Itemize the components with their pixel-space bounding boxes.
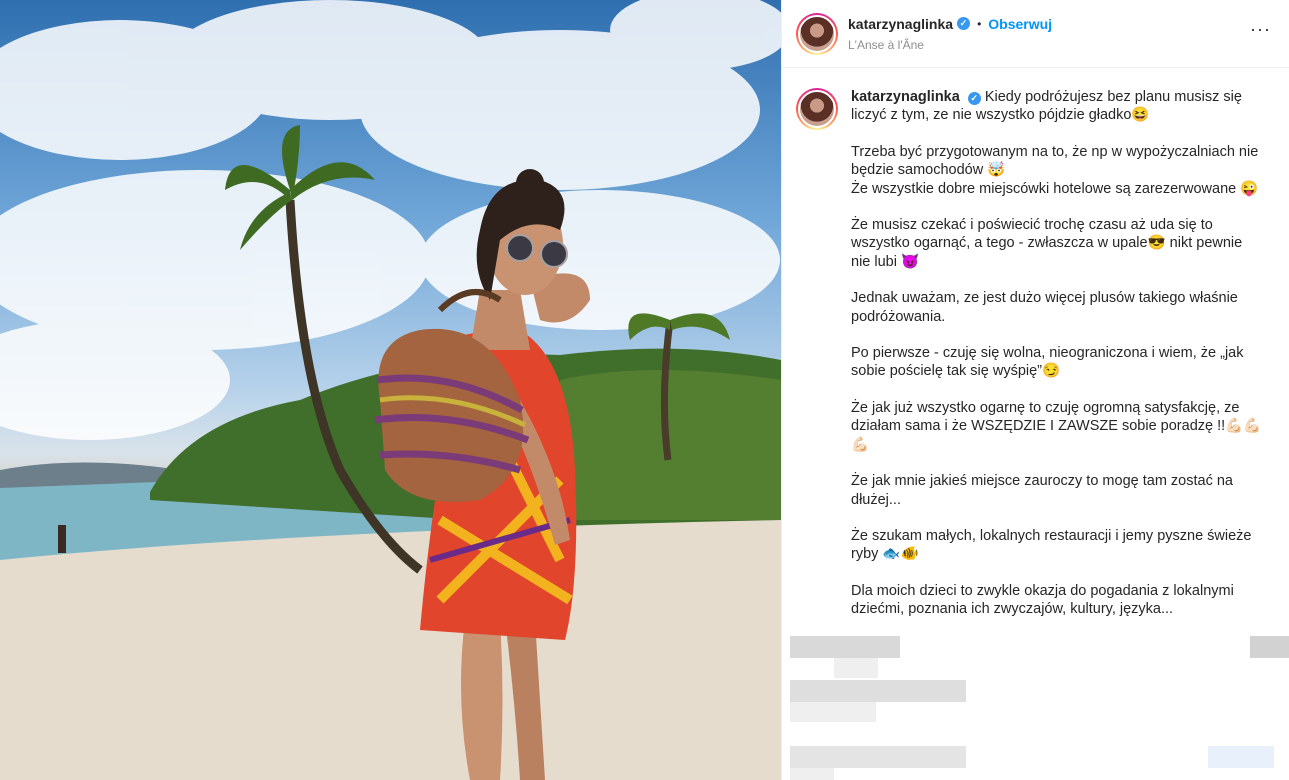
caption-paragraph: Że jak mnie jakieś miejsce zauroczy to m… bbox=[851, 472, 1267, 509]
more-options-icon[interactable]: ··· bbox=[1250, 20, 1271, 38]
caption-line: działam sama i że WSZĘDZIE I ZAWSZE sobi… bbox=[851, 418, 1262, 435]
post-photo[interactable] bbox=[0, 0, 781, 780]
blur-block bbox=[790, 680, 966, 702]
caption-line: nie lubi 😈 bbox=[851, 253, 920, 270]
header-username[interactable]: katarzynaglinka bbox=[848, 16, 953, 32]
caption-paragraph: Trzeba być przygotowanym na to, że np w … bbox=[851, 143, 1267, 198]
caption-line: Że jak już wszystko ogarnę to czuję ogro… bbox=[851, 399, 1240, 416]
location-link[interactable]: L'Anse à l'Âne bbox=[848, 38, 1052, 52]
caption-line: Jednak uważam, ze jest dużo więcej plusó… bbox=[851, 290, 1238, 307]
palm-leaves-right bbox=[628, 313, 730, 340]
caption-line: podróżowania. bbox=[851, 308, 946, 325]
caption-paragraph: Po pierwsze - czuję się wolna, nieograni… bbox=[851, 344, 1267, 381]
blur-block bbox=[790, 702, 876, 722]
post-header: katarzynaglinka ✓ • Obserwuj L'Anse à l'… bbox=[782, 0, 1289, 68]
caption-line: dziećmi, poznania ich zwyczajów, kultury… bbox=[851, 601, 1174, 618]
caption-paragraph: Jednak uważam, ze jest dużo więcej plusó… bbox=[851, 289, 1267, 326]
caption-paragraph: Dla moich dzieci to zwykle okazja do pog… bbox=[851, 582, 1267, 619]
blur-block bbox=[790, 636, 900, 658]
post-side-panel: katarzynaglinka ✓ • Obserwuj L'Anse à l'… bbox=[781, 0, 1289, 780]
avatar-image bbox=[798, 14, 836, 53]
caption-avatar[interactable] bbox=[796, 88, 838, 130]
caption-line: ryby 🐟🐠 bbox=[851, 546, 919, 563]
blur-block bbox=[790, 746, 966, 768]
header-text: katarzynaglinka ✓ • Obserwuj L'Anse à l'… bbox=[848, 16, 1052, 52]
caption-line: Dla moich dzieci to zwykle okazja do pog… bbox=[851, 582, 1234, 599]
caption-line: dłużej... bbox=[851, 491, 901, 508]
caption-line-text: Kiedy podróżujesz bez planu musisz się bbox=[984, 89, 1242, 105]
caption-line: wszystko ogarnąć, a tego - zwłaszcza w u… bbox=[851, 235, 1243, 252]
caption-paragraph: Że szukam małych, lokalnych restauracji … bbox=[851, 527, 1267, 564]
blur-block bbox=[790, 768, 834, 780]
follow-button[interactable]: Obserwuj bbox=[988, 16, 1052, 32]
caption-line: sobie pościelę tak się wyśpię”😏 bbox=[851, 363, 1061, 380]
caption-paragraph: Że jak już wszystko ogarnę to czuję ogro… bbox=[851, 399, 1267, 454]
caption-line: Trzeba być przygotowanym na to, że np w … bbox=[851, 143, 1259, 160]
blur-block bbox=[834, 658, 878, 678]
caption-line: Że jak mnie jakieś miejsce zauroczy to m… bbox=[851, 473, 1233, 490]
caption-line: Że szukam małych, lokalnych restauracji … bbox=[851, 527, 1252, 544]
caption-area: katarzynaglinka ✓ Kiedy podróżujesz bez pl… bbox=[782, 68, 1289, 620]
blurred-comments bbox=[782, 620, 1289, 780]
verified-badge-icon: ✓ bbox=[967, 92, 981, 105]
caption-text: katarzynaglinka ✓ Kiedy podróżujesz bez pl… bbox=[851, 88, 1267, 620]
header-row: katarzynaglinka ✓ • Obserwuj bbox=[848, 16, 1052, 32]
sand bbox=[0, 520, 781, 780]
swimmer bbox=[58, 525, 66, 553]
caption-line: liczyć z tym, ze nie wszystko pójdzie gł… bbox=[851, 107, 1150, 124]
caption-paragraph: katarzynaglinka ✓ Kiedy podróżujesz bez pl… bbox=[851, 88, 1267, 125]
caption-line: katarzynaglinka ✓ Kiedy podróżujesz bez pl… bbox=[851, 88, 1267, 106]
caption-line: Po pierwsze - czuję się wolna, nieograni… bbox=[851, 345, 1244, 362]
caption-line: Że musisz czekać i poświecić trochę czas… bbox=[851, 217, 1213, 234]
avatar-image bbox=[798, 90, 836, 128]
island-trees bbox=[560, 370, 781, 520]
caption-line: będzie samochodów 🤯 bbox=[851, 162, 1006, 179]
blur-block bbox=[1250, 636, 1289, 658]
caption-paragraph: Że musisz czekać i poświecić trochę czas… bbox=[851, 216, 1267, 271]
caption-username[interactable]: katarzynaglinka bbox=[851, 89, 960, 105]
avatar[interactable] bbox=[796, 12, 838, 55]
beach-photo-illustration bbox=[0, 0, 781, 780]
verified-badge-icon: ✓ bbox=[957, 17, 971, 30]
separator-dot: • bbox=[977, 16, 982, 31]
caption-line: Że wszystkie dobre miejscówki hotelowe s… bbox=[851, 180, 1259, 197]
blur-block bbox=[1208, 746, 1274, 768]
instagram-post-modal: katarzynaglinka ✓ • Obserwuj L'Anse à l'… bbox=[0, 0, 1289, 780]
caption-line: 💪🏻 bbox=[851, 436, 870, 453]
